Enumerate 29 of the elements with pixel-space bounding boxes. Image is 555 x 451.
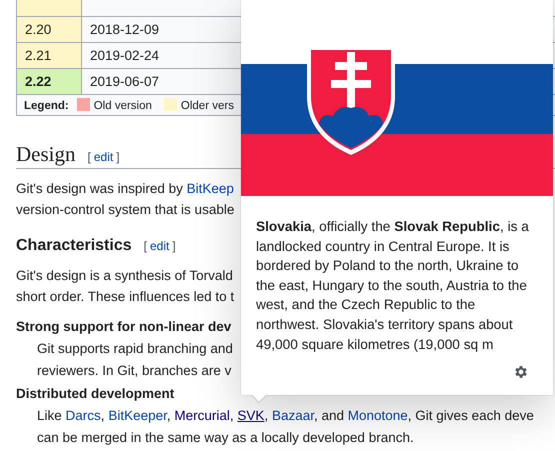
legend-label: Legend: bbox=[24, 100, 69, 112]
paragraph: Git supports rapid branching and reviewers. In Git, branches are v bbox=[37, 340, 233, 380]
version-cell: 2.22 bbox=[16, 68, 82, 94]
term-heading: Strong support for non-linear dev bbox=[16, 318, 232, 336]
term-heading: Distributed development bbox=[16, 385, 174, 403]
edit-link[interactable]: edit bbox=[150, 239, 170, 253]
paragraph: Like Darcs, BitKeeper, Mercurial, SVK, Bazaar, and Monotone, Git gives each deve can be merged in the same way as a locally developed branch. bbox=[37, 407, 534, 447]
legend-text: Old version bbox=[94, 100, 152, 112]
settings-icon[interactable] bbox=[513, 364, 529, 380]
link[interactable]: BitKeep bbox=[186, 181, 234, 196]
section-heading: Characteristics bbox=[16, 237, 132, 254]
link[interactable]: Mercurial bbox=[174, 408, 230, 423]
link[interactable]: Darcs bbox=[66, 408, 101, 423]
version-cell: 2.20 bbox=[16, 16, 82, 42]
bracket-text: ] bbox=[172, 239, 176, 253]
link[interactable]: Monotone bbox=[348, 408, 408, 423]
version-cell: 2.21 bbox=[16, 42, 82, 68]
edit-link[interactable]: edit bbox=[94, 150, 114, 164]
bracket-text: ] bbox=[116, 150, 120, 164]
paragraph: Git's design was inspired by BitKeep version-control system that is usable bbox=[16, 180, 234, 219]
link[interactable]: BitKeeper bbox=[108, 408, 167, 423]
bracket-text: [ bbox=[88, 150, 91, 164]
legend-text: Older vers bbox=[180, 100, 234, 112]
link[interactable]: Bazaar bbox=[272, 408, 314, 423]
section-heading: Design bbox=[16, 142, 76, 166]
bracket-text: [ bbox=[144, 239, 147, 253]
paragraph: Git's design is a synthesis of Torvald short order. These influences led to t bbox=[16, 267, 234, 306]
article-extract: Slovakia, officially the Slovak Republic, is a landlocked country in Central Europe. It is bordered by Poland to the north, Ukraine to the east, Hungary to the south, Austria to the west, and the Czech Republic to the northwest. Slovakia's territory spans about 49,000 square kilometres (19,000 sq m bbox=[256, 218, 530, 354]
link[interactable]: SVK bbox=[237, 408, 264, 423]
